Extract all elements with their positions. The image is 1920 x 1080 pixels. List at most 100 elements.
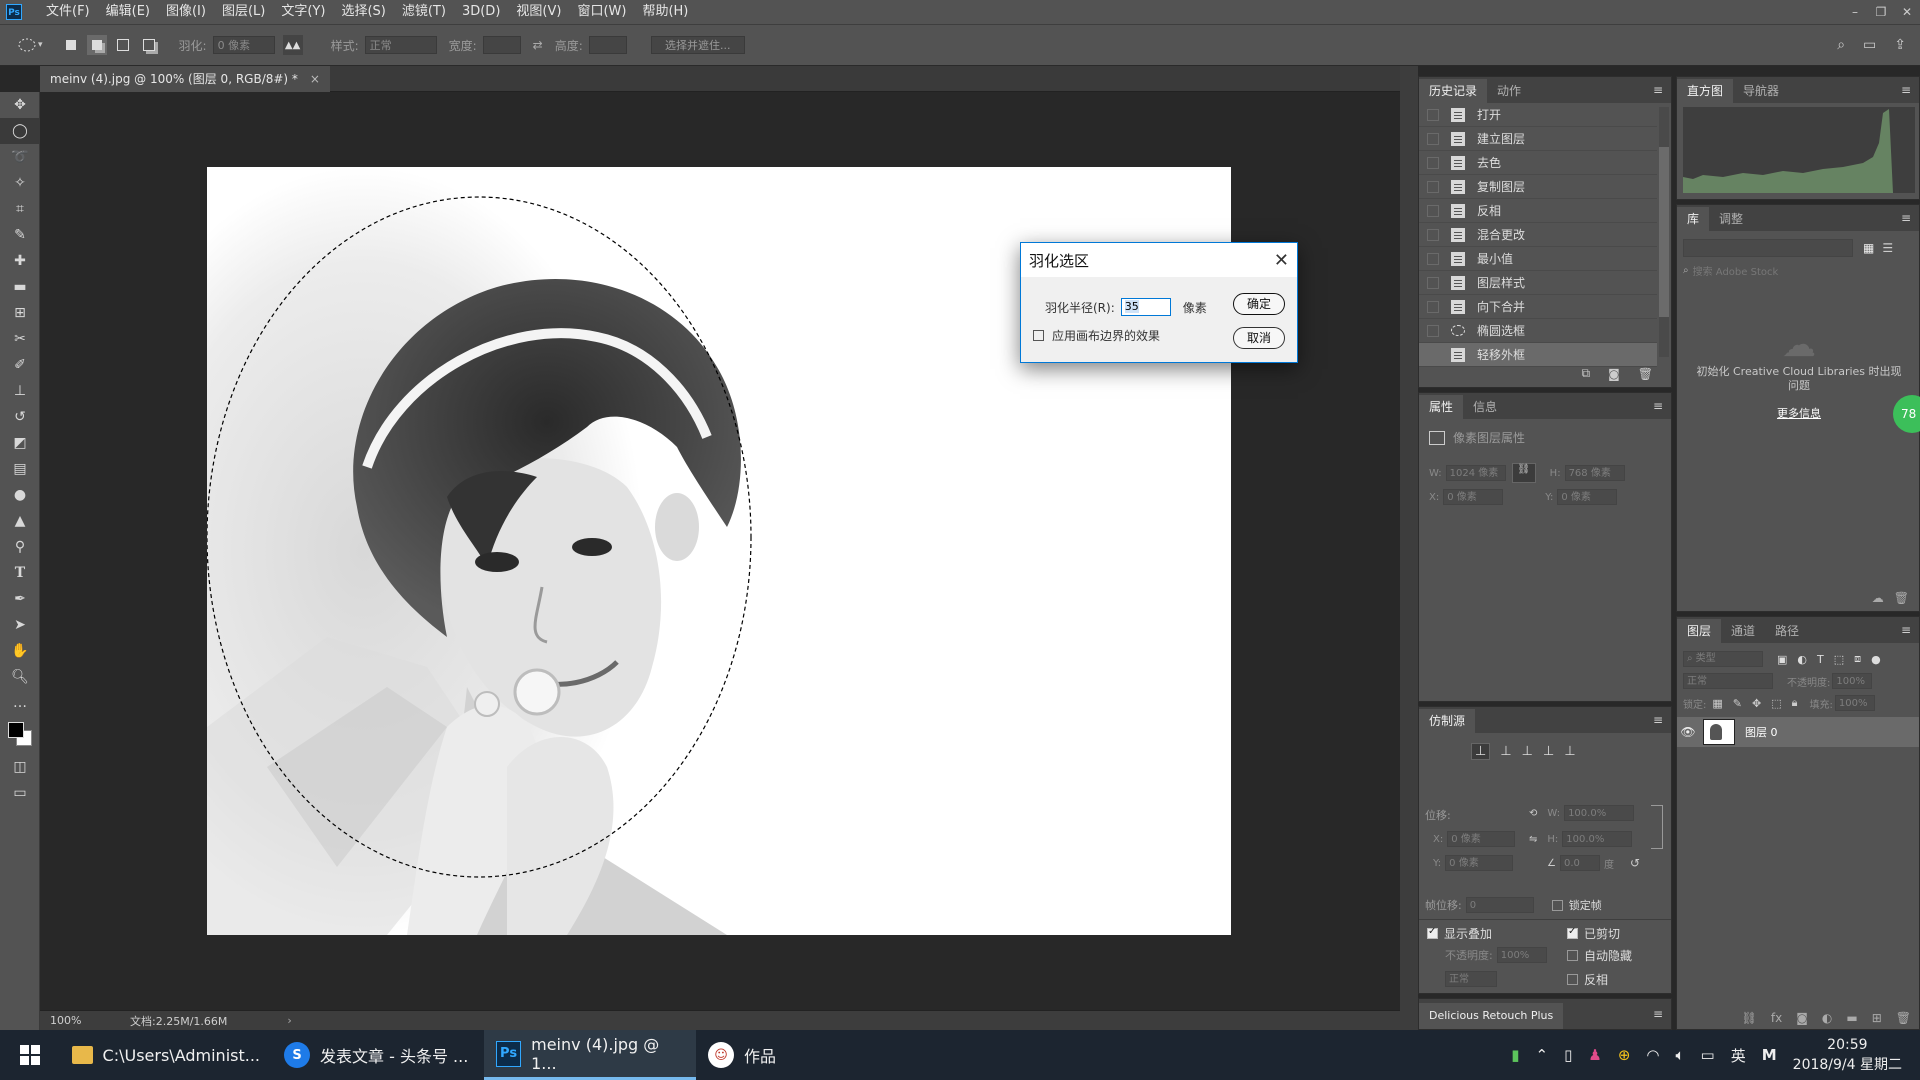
lock-artboard-icon[interactable]: ⬚ <box>1771 697 1781 710</box>
magic-wand-tool-icon[interactable]: ✧ <box>0 170 40 196</box>
photoshop-logo-icon[interactable]: Ps <box>6 4 22 20</box>
pen-tool-icon[interactable]: ✒ <box>0 586 40 612</box>
volume-icon[interactable]: 🔈︎ <box>1676 1046 1685 1064</box>
color-swatches[interactable] <box>0 716 40 754</box>
panel-menu-icon[interactable]: ≡ <box>1653 83 1663 97</box>
lock-frame-checkbox[interactable] <box>1551 899 1563 911</box>
quick-mask-icon[interactable]: ◫ <box>0 754 40 780</box>
tool-preset-picker[interactable]: ▾ <box>18 38 43 52</box>
filter-type-icon[interactable]: T <box>1817 653 1824 666</box>
document-tab[interactable]: meinv (4).jpg @ 100% (图层 0, RGB/8#) * × <box>40 66 330 92</box>
panel-menu-icon[interactable]: ≡ <box>1653 1007 1663 1021</box>
ime-mode-icon[interactable]: M <box>1762 1046 1777 1064</box>
clone-stamp-tool-icon[interactable]: ⊥ <box>0 378 40 404</box>
history-item[interactable]: 向下合并 <box>1419 295 1657 319</box>
clone-source-2-icon[interactable]: ⊥ <box>1500 744 1511 759</box>
type-tool-icon[interactable]: T <box>0 560 40 586</box>
restore-icon[interactable]: ❐ <box>1868 0 1894 24</box>
auto-hide-checkbox[interactable] <box>1567 950 1578 961</box>
badge-counter[interactable]: 78 <box>1893 395 1920 433</box>
menu-file[interactable]: 文件(F) <box>38 0 98 24</box>
dialog-close-icon[interactable]: ✕ <box>1274 250 1289 271</box>
battery-tool-icon[interactable]: ▮ <box>1511 1046 1519 1064</box>
x-value[interactable]: 0 像素 <box>1443 489 1504 505</box>
clone-source-5-icon[interactable]: ⊥ <box>1564 744 1575 759</box>
lock-transparency-icon[interactable]: ▦ <box>1712 697 1722 710</box>
crop-tool-icon[interactable]: ⌗ <box>0 196 40 222</box>
cancel-button[interactable]: 取消 <box>1233 327 1285 349</box>
menu-layer[interactable]: 图层(L) <box>214 0 273 24</box>
eyedropper-tool-icon[interactable]: ✎ <box>0 222 40 248</box>
link-layers-icon[interactable]: ⛓ <box>1742 1011 1757 1025</box>
width-value[interactable]: 1024 像素 <box>1445 465 1506 481</box>
clone-y-value[interactable]: 0 像素 <box>1445 855 1514 871</box>
panel-menu-icon[interactable]: ≡ <box>1901 83 1911 97</box>
menu-help[interactable]: 帮助(H) <box>634 0 696 24</box>
flip-icon[interactable]: ⇋ <box>1529 834 1537 845</box>
new-layer-icon[interactable]: ⊞ <box>1872 1011 1882 1025</box>
history-item[interactable]: 椭圆选框 <box>1419 319 1657 343</box>
anti-alias-icon[interactable]: ▲▲ <box>282 35 303 55</box>
history-item[interactable]: 打开 <box>1419 103 1657 127</box>
style-select[interactable]: 正常 <box>364 36 437 54</box>
foreground-color[interactable] <box>8 722 24 738</box>
history-brush-tool-icon[interactable]: ↺ <box>0 404 40 430</box>
feather-input[interactable]: 0 像素 <box>212 36 275 54</box>
clone-w-value[interactable]: 100.0% <box>1564 805 1635 821</box>
clone-x-value[interactable]: 0 像素 <box>1447 831 1516 847</box>
clone-source-1-icon[interactable]: ⊥ <box>1471 743 1491 760</box>
add-selection-icon[interactable] <box>86 35 107 55</box>
eraser-tool-icon[interactable]: ◩ <box>0 430 40 456</box>
trash-icon[interactable]: 🗑︎ <box>1894 591 1909 605</box>
ok-button[interactable]: 确定 <box>1233 293 1285 315</box>
tray-plus-icon[interactable]: ⊕ <box>1618 1046 1631 1064</box>
power-icon[interactable]: ▭ <box>1701 1046 1715 1064</box>
lock-position-icon[interactable]: ✥ <box>1752 697 1761 710</box>
library-select[interactable] <box>1683 239 1853 257</box>
more-info-link[interactable]: 更多信息 <box>1677 405 1920 421</box>
filter-pixel-icon[interactable]: ▣ <box>1777 653 1787 666</box>
usb-icon[interactable]: ▯ <box>1564 1046 1572 1064</box>
fx-icon[interactable]: fx <box>1771 1011 1782 1025</box>
feather-radius-input[interactable]: 35 <box>1120 298 1171 316</box>
new-document-from-state-icon[interactable]: ⧉ <box>1582 366 1591 381</box>
tab-clone-source[interactable]: 仿制源 <box>1419 709 1476 733</box>
tab-navigator[interactable]: 导航器 <box>1733 79 1789 103</box>
content-aware-tool-icon[interactable]: ⊞ <box>0 300 40 326</box>
tab-histogram[interactable]: 直方图 <box>1677 79 1734 103</box>
filter-shape-icon[interactable]: ⬚ <box>1834 653 1844 666</box>
tab-properties[interactable]: 属性 <box>1419 395 1464 419</box>
taskbar-item-photoshop[interactable]: Ps meinv (4).jpg @ 1... <box>484 1030 696 1080</box>
sharpen-tool-icon[interactable]: ▲ <box>0 508 40 534</box>
eye-icon[interactable]: 👁︎ <box>1677 725 1699 739</box>
history-item[interactable]: 去色 <box>1419 151 1657 175</box>
adjustment-layer-icon[interactable]: ◐ <box>1822 1011 1832 1025</box>
history-item[interactable]: 图层样式 <box>1419 271 1657 295</box>
trash-icon[interactable]: 🗑︎ <box>1638 367 1653 381</box>
history-item[interactable]: 复制图层 <box>1419 175 1657 199</box>
history-item[interactable]: 最小值 <box>1419 247 1657 271</box>
brush-tool-icon[interactable]: ✐ <box>0 352 40 378</box>
menu-type[interactable]: 文字(Y) <box>273 0 333 24</box>
select-and-mask-button[interactable]: 选择并遮住... <box>650 36 745 54</box>
zoom-tool-icon[interactable]: 🔍︎ <box>0 664 40 690</box>
layer-name[interactable]: 图层 0 <box>1745 724 1778 740</box>
apply-canvas-checkbox[interactable] <box>1033 330 1044 341</box>
taskbar-item-works[interactable]: ☺ 作品 <box>696 1030 908 1080</box>
fill-value[interactable]: 100% <box>1834 695 1875 711</box>
height-input[interactable] <box>588 36 627 54</box>
healing-brush-tool-icon[interactable]: ✚ <box>0 248 40 274</box>
new-selection-icon[interactable] <box>61 35 81 55</box>
tab-paths[interactable]: 路径 <box>1765 619 1809 643</box>
close-tab-icon[interactable]: × <box>310 66 320 92</box>
menu-select[interactable]: 选择(S) <box>333 0 393 24</box>
layer-row[interactable]: 👁︎ 图层 0 <box>1677 717 1919 747</box>
tab-layers[interactable]: 图层 <box>1677 619 1722 643</box>
tab-delicious-retouch[interactable]: Delicious Retouch Plus <box>1419 1003 1564 1029</box>
taskbar-item-explorer[interactable]: C:\Users\Administ... <box>60 1030 272 1080</box>
grid-view-icon[interactable]: ▦ <box>1863 241 1874 255</box>
more-tools-icon[interactable]: … <box>0 690 40 716</box>
menu-image[interactable]: 图像(I) <box>158 0 214 24</box>
ime-indicator[interactable]: 英 <box>1731 1045 1746 1066</box>
show-overlay-checkbox[interactable] <box>1427 926 1438 939</box>
